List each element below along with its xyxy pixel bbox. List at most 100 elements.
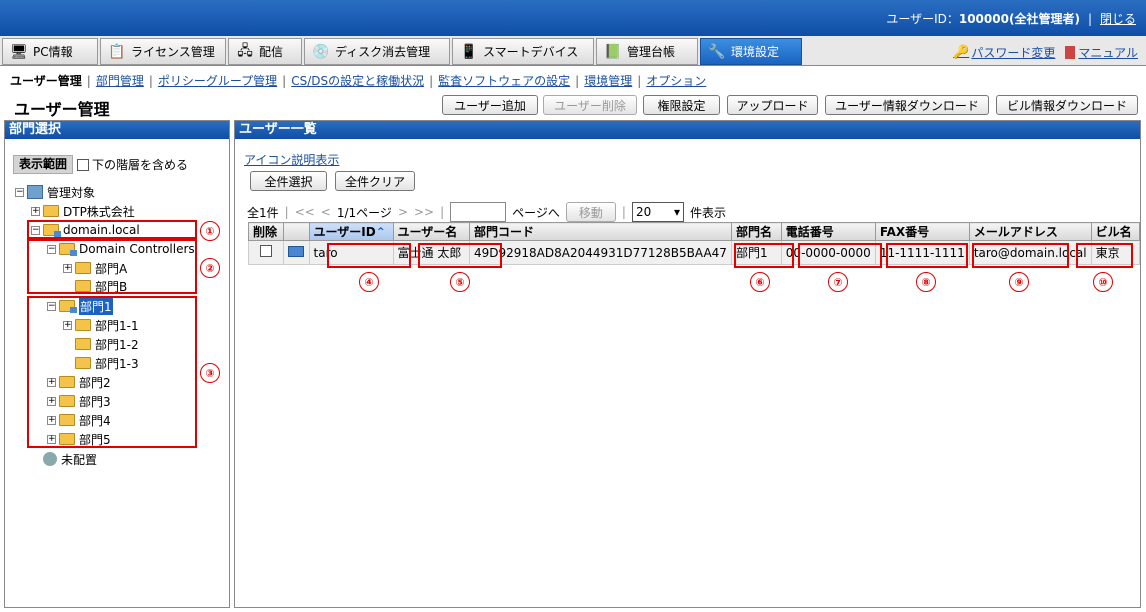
annotation-box-9: [972, 243, 1069, 268]
pc-icon: 🖥: [10, 43, 28, 60]
expand-icon[interactable]: +: [31, 206, 40, 216]
annotation-box-4: [327, 243, 411, 268]
subnav-environment[interactable]: 環境管理: [584, 74, 632, 88]
page-title: ユーザー管理: [14, 100, 110, 119]
tree-node-dtp[interactable]: + DTP株式会社: [31, 203, 135, 219]
subnav-option[interactable]: オプション: [646, 74, 706, 88]
disk-icon: 💿: [312, 43, 330, 60]
scope-row: 表示範囲 下の階層を含める: [13, 155, 223, 174]
col-user-id[interactable]: ユーザーID⌃: [308, 222, 394, 241]
next-page-button[interactable]: >: [398, 205, 408, 219]
first-page-button[interactable]: <<: [295, 205, 315, 219]
annotation-box-5: [418, 243, 502, 268]
col-phone[interactable]: 電話番号: [780, 222, 876, 241]
marker-4: ④: [359, 272, 379, 292]
annotation-box-1: [27, 220, 197, 239]
distribution-icon: 🖧: [237, 42, 253, 59]
col-building[interactable]: ビル名: [1090, 222, 1141, 241]
col-icon: [283, 222, 310, 241]
annotation-box-8: [886, 243, 968, 268]
tab-smart-device[interactable]: 📱 スマートデバイス: [452, 38, 594, 65]
dept-select-title: 部門選択: [5, 121, 229, 139]
sort-asc-icon: ⌃: [375, 225, 386, 239]
dept-select-panel: 部門選択 表示範囲 下の階層を含める − 管理対象 + DTP株式会社 − domai…: [4, 120, 230, 608]
subnav-cs-ds[interactable]: CS/DSの設定と稼働状況: [291, 74, 424, 88]
user-icon: [43, 452, 57, 466]
col-dept-code[interactable]: 部門コード: [468, 222, 732, 241]
marker-8: ⑧: [916, 272, 936, 292]
icon-help-link[interactable]: アイコン説明表示: [244, 151, 339, 168]
tab-disk-erase[interactable]: 💿 ディスク消去管理: [304, 38, 450, 65]
collapse-icon[interactable]: −: [15, 187, 24, 197]
subnav-policy-group[interactable]: ポリシーグループ管理: [158, 74, 277, 88]
total-count: 全1件: [247, 205, 279, 220]
per-page-label: 件表示: [689, 205, 726, 220]
subnav-user-management[interactable]: ユーザー管理: [10, 74, 82, 88]
delete-checkbox[interactable]: [260, 245, 273, 257]
marker-7: ⑦: [828, 272, 848, 292]
password-change-link[interactable]: 🔑 パスワード変更: [953, 44, 1055, 61]
nav-right-links: 🔑 パスワード変更 マニュアル: [953, 44, 1138, 61]
user-list-panel: ユーザー一覧 アイコン説明表示 全件選択 全件クリア 全1件 | << < 1/…: [234, 120, 1141, 608]
permission-settings-button[interactable]: 権限設定: [643, 95, 720, 115]
annotation-box-2: [27, 239, 197, 294]
col-email[interactable]: メールアドレス: [968, 222, 1092, 241]
user-info: ユーザーID：100000(全社管理者) | 閉じる: [886, 10, 1136, 27]
col-dept-name[interactable]: 部門名: [730, 222, 782, 241]
marker-1: ①: [200, 221, 220, 241]
annotation-box-7: [798, 243, 882, 268]
per-page-select[interactable]: 20 ▾: [631, 202, 684, 222]
page-number-input[interactable]: [450, 202, 507, 222]
license-icon: 📋: [108, 43, 126, 60]
tab-settings[interactable]: 🔧 環境設定: [700, 38, 802, 65]
tools-icon: 🔧: [708, 43, 726, 60]
user-info-download-button[interactable]: ユーザー情報ダウンロード: [825, 95, 989, 115]
tab-distribution[interactable]: 🖧 配信: [228, 38, 302, 65]
marker-2: ②: [200, 258, 220, 278]
add-user-button[interactable]: ユーザー追加: [442, 95, 538, 115]
user-id-label: ユーザーID：: [886, 12, 959, 26]
subnav-dept-management[interactable]: 部門管理: [96, 74, 144, 88]
upload-button[interactable]: アップロード: [727, 95, 818, 115]
user-card-cell: [283, 240, 310, 265]
subnav-audit-software[interactable]: 監査ソフトウェアの設定: [438, 74, 570, 88]
close-link[interactable]: 閉じる: [1100, 12, 1136, 26]
annotation-box-10: [1076, 243, 1133, 268]
move-button[interactable]: 移動: [565, 202, 616, 222]
sub-nav: ユーザー管理 | 部門管理 | ポリシーグループ管理 | CS/DSの設定と稼働状況 | 監査ソ…: [10, 74, 707, 88]
tree-node-unassigned[interactable]: 未配置: [43, 451, 97, 467]
marker-3: ③: [200, 363, 220, 383]
chevron-down-icon: ▾: [673, 205, 680, 219]
include-sub-checkbox[interactable]: 下の階層を含める: [77, 155, 188, 174]
clear-all-button[interactable]: 全件クリア: [335, 171, 415, 191]
user-id-value: 100000(全社管理者): [958, 12, 1080, 26]
header-separator: |: [1087, 12, 1092, 26]
col-delete: 削除: [247, 222, 285, 241]
smartphone-icon: 📱: [460, 43, 478, 60]
manual-link[interactable]: マニュアル: [1065, 44, 1138, 61]
book-icon: [1065, 46, 1076, 59]
page-indicator: 1/1ページ: [336, 205, 392, 220]
select-all-button[interactable]: 全件選択: [250, 171, 327, 191]
tree-node-root[interactable]: − 管理対象: [15, 184, 95, 200]
scope-label: 表示範囲: [13, 155, 74, 174]
col-user-name[interactable]: ユーザー名: [392, 222, 470, 241]
last-page-button[interactable]: >>: [414, 205, 434, 219]
tab-license[interactable]: 📋 ライセンス管理: [100, 38, 226, 65]
table-header-row: 削除 ユーザーID⌃ ユーザー名 部門コード 部門名 電話番号 FAX番号 メー…: [247, 222, 1141, 241]
marker-5: ⑤: [450, 272, 470, 292]
delete-user-button[interactable]: ユーザー削除: [543, 95, 637, 115]
annotation-box-3: [27, 296, 197, 448]
building-info-download-button[interactable]: ビル情報ダウンロード: [996, 95, 1138, 115]
annotation-box-6: [734, 243, 794, 268]
marker-9: ⑨: [1009, 272, 1029, 292]
prev-page-button[interactable]: <: [321, 205, 331, 219]
folder-icon: [43, 205, 59, 217]
tab-ledger[interactable]: 📗 管理台帳: [596, 38, 698, 65]
col-fax[interactable]: FAX番号: [874, 222, 970, 241]
user-card-icon[interactable]: [288, 245, 305, 257]
checkbox-box[interactable]: [77, 158, 90, 171]
main-nav: 🖥 PC情報 📋 ライセンス管理 🖧 配信 💿 ディスク消去管理 📱 スマートデバイス 📗…: [0, 36, 1146, 66]
tab-pc-info[interactable]: 🖥 PC情報: [2, 38, 98, 65]
marker-6: ⑥: [750, 272, 770, 292]
